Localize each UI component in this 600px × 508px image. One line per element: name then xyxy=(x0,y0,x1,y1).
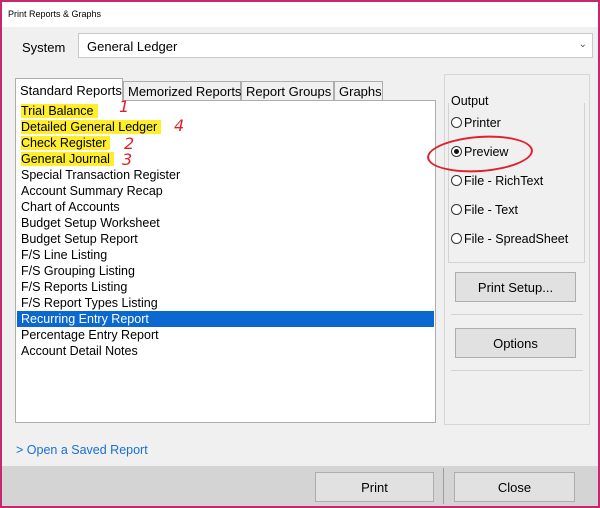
tab-standard-reports[interactable]: Standard Reports xyxy=(15,78,123,101)
list-item[interactable]: Detailed General Ledger xyxy=(17,119,434,135)
list-item[interactable]: F/S Report Types Listing xyxy=(17,295,434,311)
annotation-mark: 4 xyxy=(174,116,185,135)
radio-file-text[interactable]: File - Text xyxy=(451,203,518,221)
tab-graphs[interactable]: Graphs xyxy=(334,81,383,100)
list-item[interactable]: Trial Balance xyxy=(17,103,434,119)
list-item[interactable]: F/S Reports Listing xyxy=(17,279,434,295)
list-item[interactable]: Account Summary Recap xyxy=(17,183,434,199)
system-select-value: General Ledger xyxy=(87,39,178,54)
footer-divider xyxy=(443,468,444,504)
list-item[interactable]: General Journal xyxy=(17,151,434,167)
print-button[interactable]: Print xyxy=(315,472,434,502)
divider xyxy=(451,314,583,315)
list-item[interactable]: Budget Setup Worksheet xyxy=(17,215,434,231)
window-title: Print Reports & Graphs xyxy=(2,2,598,27)
list-item[interactable]: Account Detail Notes xyxy=(17,343,434,359)
options-button[interactable]: Options xyxy=(455,328,576,358)
radio-icon xyxy=(451,117,462,128)
annotation-mark: 3 xyxy=(122,150,133,169)
divider xyxy=(451,370,583,371)
list-item[interactable]: Budget Setup Report xyxy=(17,231,434,247)
list-item-selected[interactable]: Recurring Entry Report xyxy=(17,311,434,327)
list-item[interactable]: Percentage Entry Report xyxy=(17,327,434,343)
report-list[interactable]: Trial Balance Detailed General Ledger Ch… xyxy=(15,100,436,423)
tab-memorized-reports[interactable]: Memorized Reports xyxy=(123,81,241,100)
print-setup-button[interactable]: Print Setup... xyxy=(455,272,576,302)
list-item[interactable]: Special Transaction Register xyxy=(17,167,434,183)
radio-file-spreadsheet[interactable]: File - SpreadSheet xyxy=(451,232,568,250)
list-item[interactable]: Chart of Accounts xyxy=(17,199,434,215)
list-item[interactable]: Check Register xyxy=(17,135,434,151)
chevron-down-icon: ⌄ xyxy=(578,39,587,50)
system-select[interactable]: General Ledger ⌄ xyxy=(78,33,593,58)
radio-icon xyxy=(451,204,462,215)
radio-icon xyxy=(451,175,462,186)
output-label: Output xyxy=(451,94,489,108)
list-item[interactable]: F/S Grouping Listing xyxy=(17,263,434,279)
system-label: System xyxy=(22,40,66,55)
close-button[interactable]: Close xyxy=(454,472,575,502)
radio-icon xyxy=(451,233,462,244)
tab-report-groups[interactable]: Report Groups xyxy=(241,81,334,100)
open-saved-report-link[interactable]: > Open a Saved Report xyxy=(16,443,148,457)
print-reports-window: Print Reports & Graphs System General Le… xyxy=(0,0,600,508)
list-item[interactable]: F/S Line Listing xyxy=(17,247,434,263)
radio-printer[interactable]: Printer xyxy=(451,116,501,134)
radio-file-richtext[interactable]: File - RichText xyxy=(451,174,543,192)
